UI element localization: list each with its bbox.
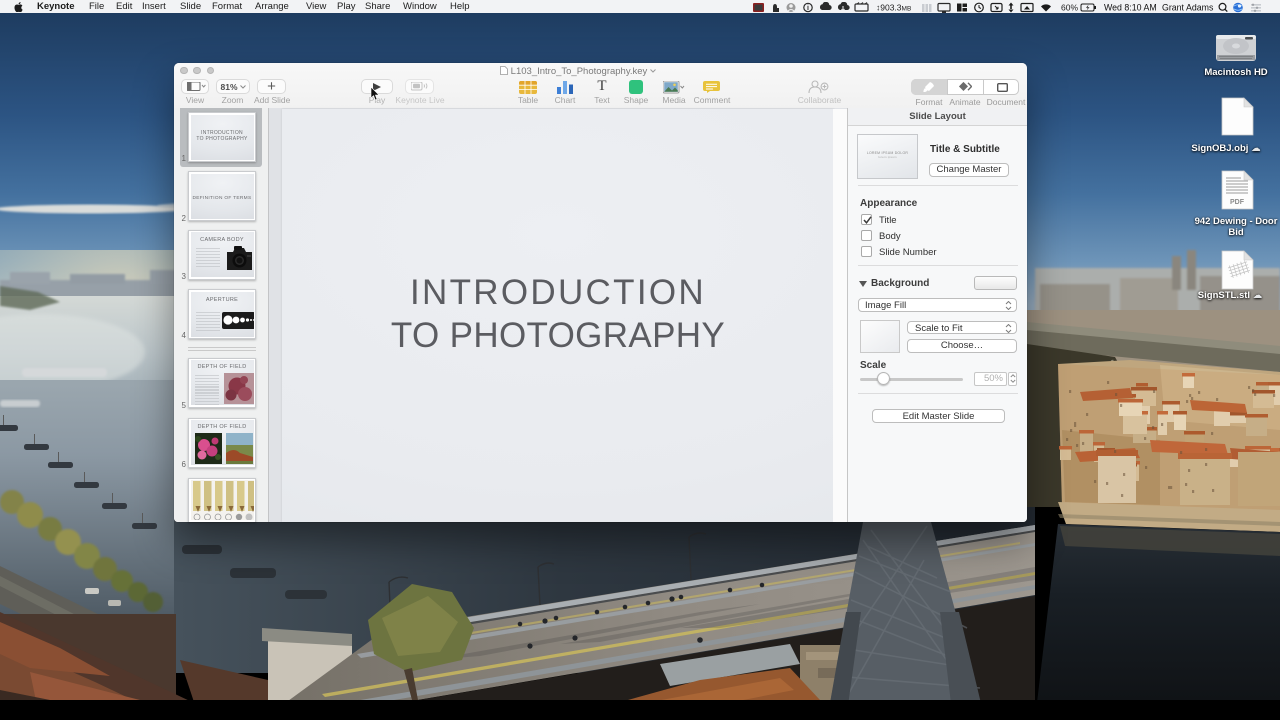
- svg-text:i: i: [807, 5, 809, 12]
- svg-text:Grant Adams: Grant Adams: [1162, 2, 1214, 12]
- svg-text:Wed 8:10 AM: Wed 8:10 AM: [1104, 2, 1157, 12]
- svg-text:60%: 60%: [1061, 2, 1078, 12]
- svg-text:PDF: PDF: [1230, 199, 1245, 206]
- svg-text:↕903.3MB: ↕903.3MB: [876, 2, 911, 12]
